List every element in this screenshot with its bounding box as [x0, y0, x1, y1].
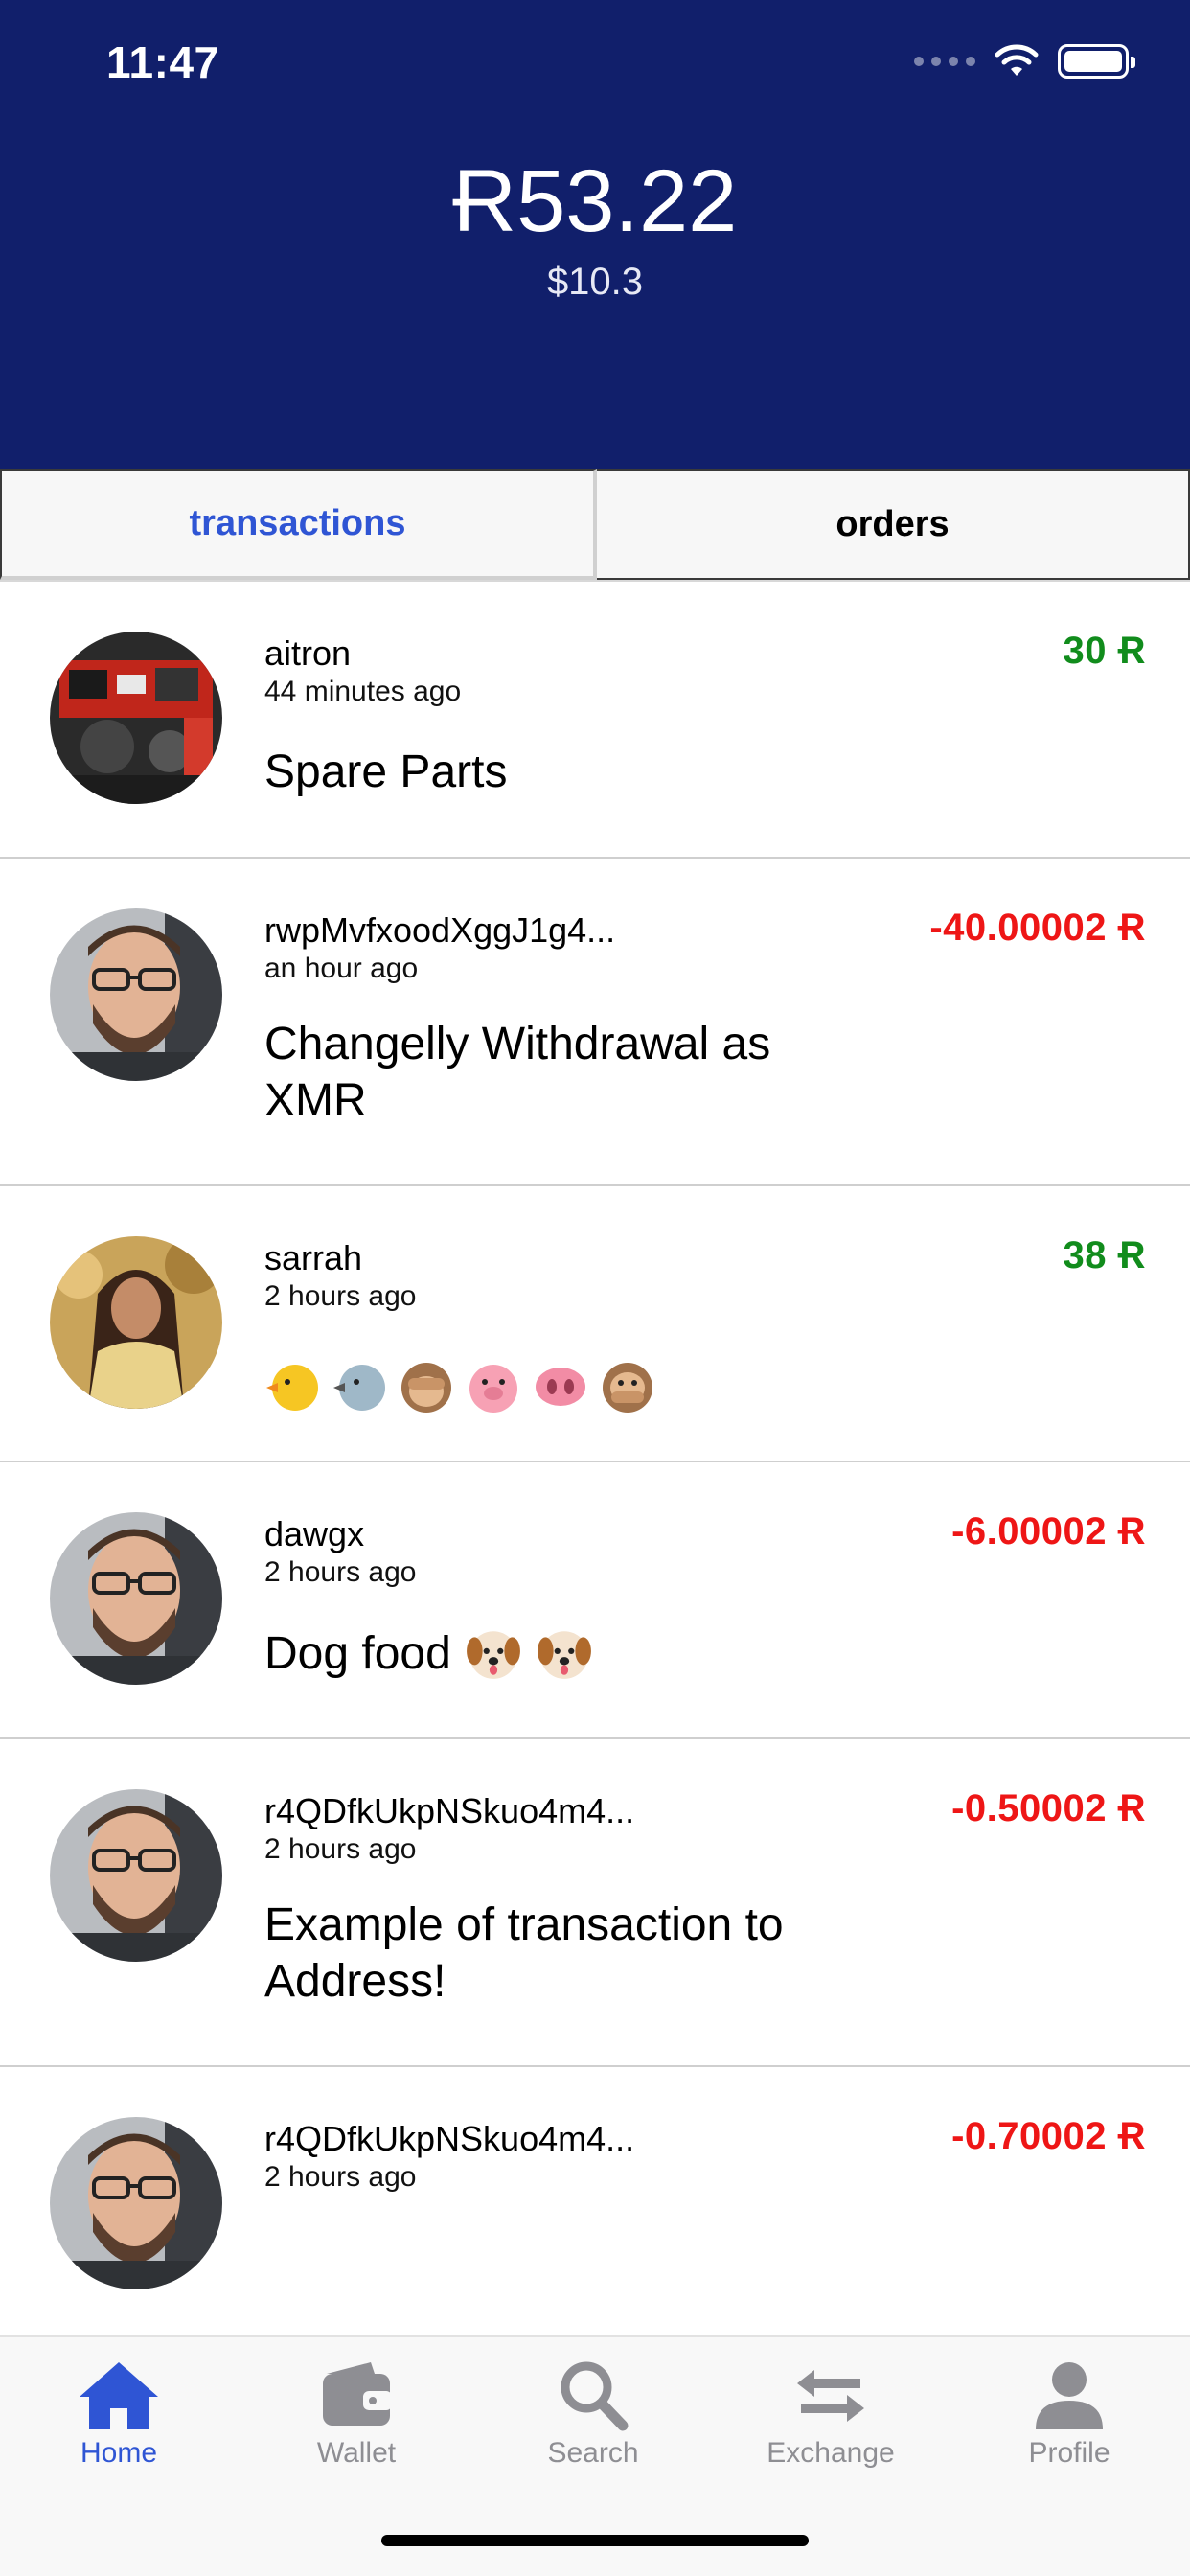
- avatar: [50, 1512, 222, 1685]
- status-icons: [914, 44, 1135, 79]
- avatar: [50, 2117, 222, 2289]
- memo-text: Dog food: [264, 1627, 451, 1679]
- sender-name: r4QDfkUkpNSkuo4m4...: [264, 1791, 635, 1830]
- avatar: [50, 1236, 222, 1409]
- home-indicator: [381, 2535, 809, 2546]
- search-icon: [561, 2361, 629, 2431]
- profile-icon: [1036, 2362, 1103, 2429]
- transaction-time: an hour ago: [264, 953, 419, 984]
- transaction-time: 2 hours ago: [264, 1833, 417, 1865]
- chick-emoji: [266, 1365, 318, 1411]
- sender-name: aitron: [264, 633, 352, 673]
- sender-name: sarrah: [264, 1238, 363, 1277]
- wallet-icon: [323, 2362, 392, 2426]
- memo-emojis: [264, 1359, 655, 1414]
- tab-home[interactable]: Home: [23, 2357, 215, 2470]
- transaction-row[interactable]: aitron 44 minutes ago 30 Ɍ Spare Parts: [0, 582, 1190, 859]
- tab-profile[interactable]: Profile: [973, 2357, 1165, 2470]
- wifi-icon: [995, 44, 1039, 76]
- transaction-amount: 38 Ɍ: [1063, 1234, 1146, 1276]
- transaction-memo: Dog food: [264, 1625, 878, 1683]
- tab-wallet[interactable]: Wallet: [261, 2357, 452, 2470]
- transaction-amount: 30 Ɍ: [1063, 630, 1146, 672]
- dog-face-emoji: [537, 1631, 591, 1679]
- avatar: [50, 908, 222, 1081]
- transaction-row[interactable]: sarrah 2 hours ago 38 Ɍ: [0, 1186, 1190, 1462]
- pig-nose-emoji: [536, 1368, 585, 1406]
- see-no-evil-monkey-emoji: [401, 1363, 451, 1413]
- tab-exchange[interactable]: Exchange: [735, 2357, 927, 2470]
- tab-home-label: Home: [80, 2437, 158, 2469]
- transaction-amount: -0.50002 Ɍ: [951, 1787, 1146, 1829]
- status-time: 11:47: [106, 37, 219, 87]
- transaction-time: 44 minutes ago: [264, 676, 462, 707]
- avatar: [50, 632, 222, 804]
- transaction-memo: Changelly Withdrawal as XMR: [264, 1019, 771, 1126]
- balance-header: 11:47 Ɍ53.22 $10.3: [0, 0, 1190, 469]
- segment-tabs: transactions orders: [0, 469, 1190, 582]
- tab-orders[interactable]: orders: [597, 469, 1190, 580]
- tab-transactions[interactable]: transactions: [0, 469, 597, 580]
- transaction-amount: -0.70002 Ɍ: [951, 2115, 1146, 2157]
- balance-usd: $10.3: [546, 261, 644, 303]
- bird-emoji: [333, 1365, 385, 1411]
- speak-no-evil-monkey-emoji: [603, 1363, 652, 1413]
- app-screen: 11:47 Ɍ53.22 $10.3 transactions orders a…: [0, 0, 1190, 2576]
- tab-profile-label: Profile: [1028, 2437, 1110, 2469]
- transaction-list[interactable]: aitron 44 minutes ago 30 Ɍ Spare Parts r…: [0, 582, 1190, 2335]
- exchange-icon: [797, 2370, 864, 2422]
- transaction-memo: Example of transaction to Address!: [264, 1899, 784, 2007]
- home-icon: [80, 2362, 158, 2429]
- transaction-row[interactable]: r4QDfkUkpNSkuo4m4... 2 hours ago -0.7000…: [0, 2067, 1190, 2335]
- sender-name: r4QDfkUkpNSkuo4m4...: [264, 2119, 635, 2158]
- avatar: [50, 1789, 222, 1962]
- sender-name: rwpMvfxoodXggJ1g4...: [264, 910, 616, 950]
- tab-search[interactable]: Search: [497, 2357, 689, 2470]
- sender-name: dawgx: [264, 1514, 365, 1553]
- tab-search-label: Search: [547, 2437, 639, 2469]
- tab-exchange-label: Exchange: [767, 2437, 895, 2469]
- transaction-time: 2 hours ago: [264, 1556, 417, 1588]
- transaction-memo: Spare Parts: [264, 747, 508, 797]
- pig-face-emoji: [469, 1365, 517, 1413]
- transaction-row[interactable]: r4QDfkUkpNSkuo4m4... 2 hours ago -0.5000…: [0, 1739, 1190, 2067]
- tab-wallet-label: Wallet: [316, 2437, 397, 2469]
- transaction-time: 2 hours ago: [264, 2161, 417, 2193]
- transaction-time: 2 hours ago: [264, 1280, 417, 1312]
- transaction-amount: -40.00002 Ɍ: [929, 907, 1146, 949]
- cellular-signal-icon: [914, 57, 975, 66]
- battery-icon: [1058, 44, 1135, 79]
- balance-amount: Ɍ53.22: [452, 152, 738, 250]
- dog-face-emoji: [466, 1631, 520, 1679]
- transaction-amount: -6.00002 Ɍ: [951, 1510, 1146, 1552]
- transaction-row[interactable]: rwpMvfxoodXggJ1g4... an hour ago -40.000…: [0, 859, 1190, 1186]
- transaction-row[interactable]: dawgx 2 hours ago -6.00002 Ɍ Dog food: [0, 1462, 1190, 1739]
